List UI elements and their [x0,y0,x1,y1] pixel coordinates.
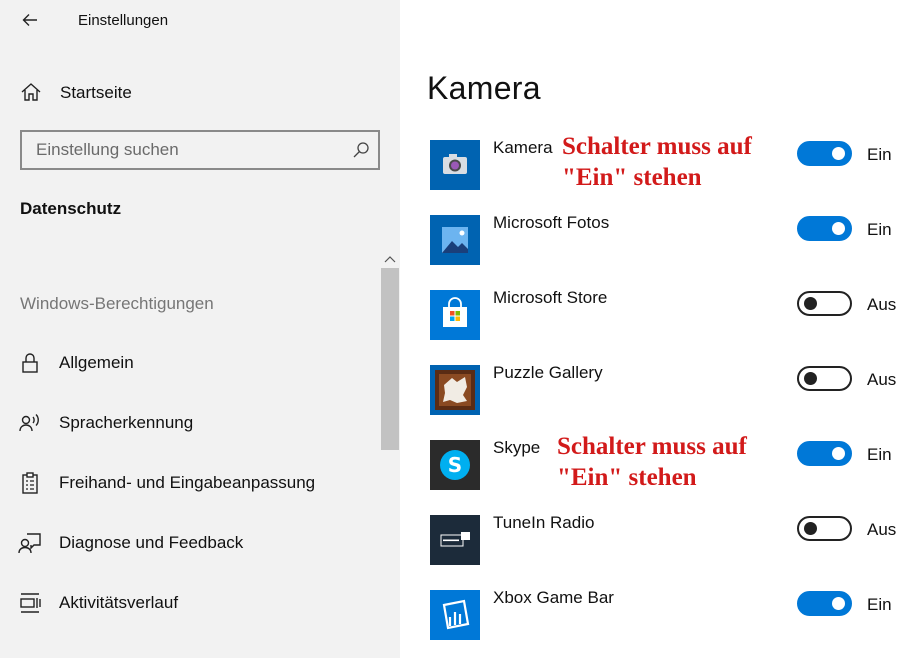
sidebar: Einstellungen Startseite Datenschutz Win… [0,0,400,658]
search-icon[interactable] [352,141,370,159]
speech-icon [19,414,39,432]
toggle-state-label: Ein [867,445,892,464]
toggle-knob [804,522,817,535]
toggle-knob [804,297,817,310]
home-icon [21,83,41,101]
sidebar-item-label: Startseite [60,83,132,102]
clipboard-icon [22,472,38,494]
annotation-line: Schalter muss auf [562,133,752,160]
app-row-tunein: TuneIn Radio Aus [430,513,910,567]
annotation-skype: Schalter muss auf "Ein" stehen [557,431,747,493]
app-row-puzzle: Puzzle Gallery Aus [430,363,910,417]
feedback-icon [18,533,41,554]
app-name: Puzzle Gallery [493,363,603,382]
xbox-app-icon [430,590,480,640]
annotation-line: "Ein" stehen [557,464,697,491]
toggle-state-label: Aus [867,370,897,389]
app-name: Microsoft Store [493,288,608,307]
photos-app-icon [430,215,480,265]
camera-app-icon [430,140,480,190]
toggle-knob [832,597,845,610]
sidebar-item-label: Diagnose und Feedback [59,533,244,552]
sidebar-item-freihand[interactable]: Freihand- und Eingabeanpassung [0,462,380,502]
scroll-up-button[interactable] [382,252,398,266]
back-button[interactable] [18,8,42,32]
app-row-store: Microsoft Store Aus [430,288,910,342]
window-title: Einstellungen [78,12,169,29]
group-heading: Windows-Berechtigungen [20,294,214,313]
sidebar-item-label: Spracherkennung [59,413,194,432]
search-box[interactable] [20,130,380,170]
toggle-knob [804,372,817,385]
annotation-line: "Ein" stehen [562,164,702,191]
search-input[interactable] [22,132,342,168]
puzzle-toggle[interactable] [797,366,852,391]
xbox-toggle[interactable] [797,591,852,616]
sidebar-item-diagnose[interactable]: Diagnose und Feedback [0,522,380,562]
toggle-state-label: Aus [867,295,897,314]
toggle-knob [832,147,845,160]
annotation-line: Schalter muss auf [557,433,747,460]
puzzle-app-icon [430,365,480,415]
tunein-app-icon [430,515,480,565]
app-row-fotos: Microsoft Fotos Ein [430,213,910,267]
toggle-state-label: Ein [867,145,892,164]
annotation-kamera: Schalter muss auf "Ein" stehen [562,131,752,193]
sidebar-item-allgemein[interactable]: Allgemein [0,342,380,382]
app-name: Microsoft Fotos [493,213,610,232]
sidebar-item-label: Aktivitätsverlauf [59,593,179,612]
toggle-state-label: Ein [867,220,892,239]
fotos-toggle[interactable] [797,216,852,241]
skype-app-icon: S [430,440,480,490]
sidebar-item-label: Allgemein [59,353,134,372]
svg-text:S: S [448,453,462,477]
scrollbar-thumb[interactable] [381,268,399,450]
page-title: Kamera [427,70,541,106]
timeline-icon [20,593,41,613]
skype-toggle[interactable] [797,441,852,466]
sidebar-item-home[interactable]: Startseite [0,76,380,110]
app-name: Skype [493,438,541,457]
sidebar-item-aktivitaetsverlauf[interactable]: Aktivitätsverlauf [0,582,380,622]
toggle-state-label: Ein [867,595,892,614]
tunein-toggle[interactable] [797,516,852,541]
section-heading: Datenschutz [20,199,122,218]
kamera-toggle[interactable] [797,141,852,166]
app-name: Xbox Game Bar [493,588,614,607]
toggle-knob [832,447,845,460]
toggle-knob [832,222,845,235]
lock-icon [22,353,38,373]
app-row-xbox: Xbox Game Bar Ein [430,588,910,642]
toggle-state-label: Aus [867,520,897,539]
store-toggle[interactable] [797,291,852,316]
sidebar-item-spracherkennung[interactable]: Spracherkennung [0,402,380,442]
app-name: Kamera [493,138,553,157]
chevron-up-icon [384,256,396,263]
sidebar-item-label: Freihand- und Eingabeanpassung [59,473,316,492]
back-arrow-icon [22,14,37,26]
app-name: TuneIn Radio [493,513,595,532]
store-app-icon [430,290,480,340]
